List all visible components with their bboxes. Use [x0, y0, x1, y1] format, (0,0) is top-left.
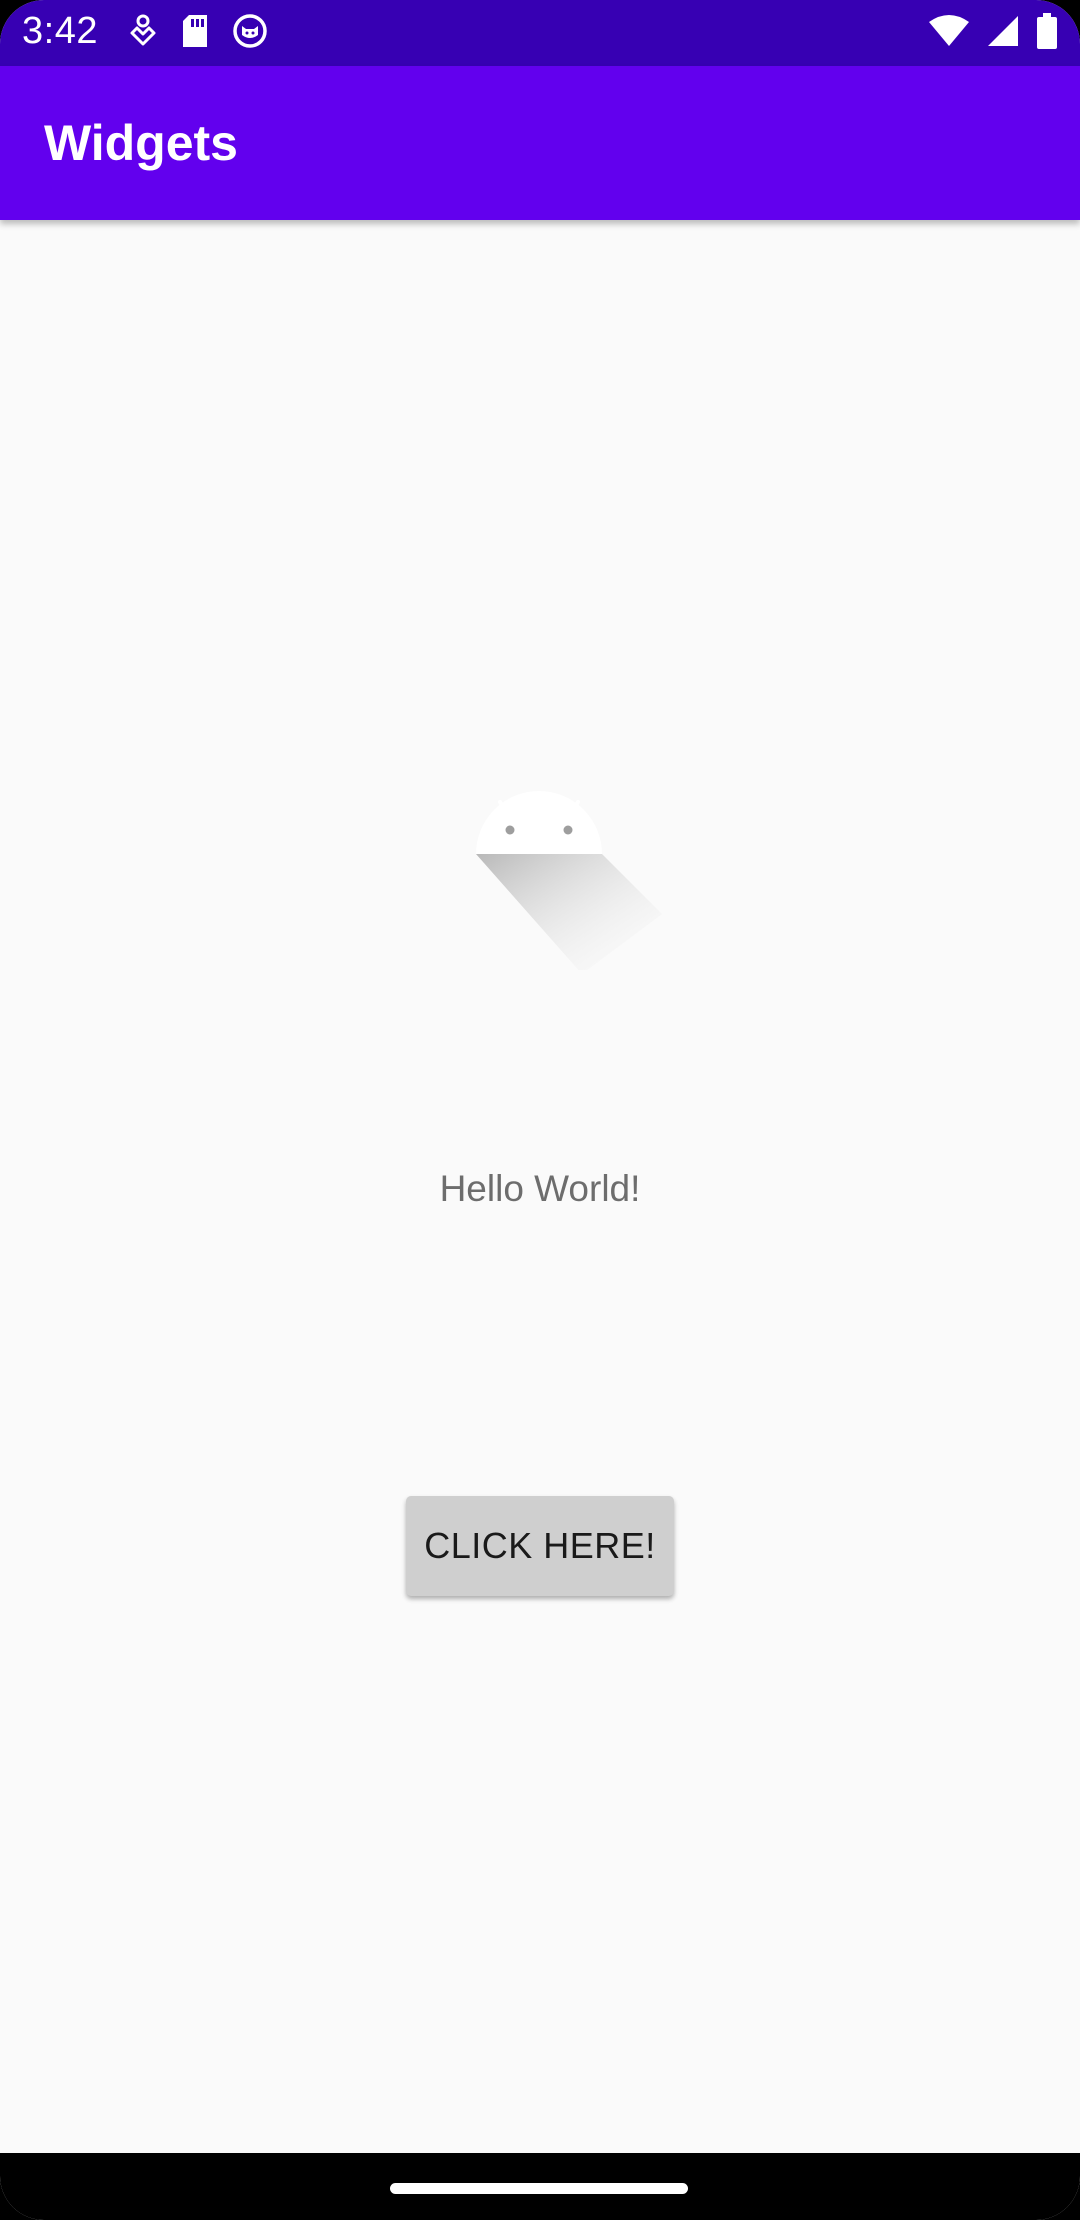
cat-icon [232, 13, 268, 54]
app-title: Widgets [44, 115, 238, 171]
app-bar: Widgets [0, 66, 1080, 220]
phone-screen: 3:42 Widgets Hello World! CLICK HERE! [0, 0, 1080, 2220]
home-handle[interactable] [390, 2183, 688, 2194]
android-placeholder-icon [474, 780, 664, 974]
battery-icon [1036, 12, 1058, 54]
notification-icons [128, 13, 268, 54]
system-icons [928, 12, 1058, 54]
sd-card-icon [180, 13, 210, 54]
status-time: 3:42 [22, 10, 98, 52]
hello-text: Hello World! [439, 1168, 641, 1209]
navigation-bar [0, 2153, 1080, 2220]
status-bar: 3:42 [0, 0, 1080, 66]
signal-icon [986, 14, 1020, 53]
click-here-button[interactable]: CLICK HERE! [406, 1496, 674, 1596]
wifi-icon [928, 14, 970, 53]
handshake-icon [128, 13, 158, 54]
main-content: Hello World! CLICK HERE! [0, 220, 1080, 2153]
